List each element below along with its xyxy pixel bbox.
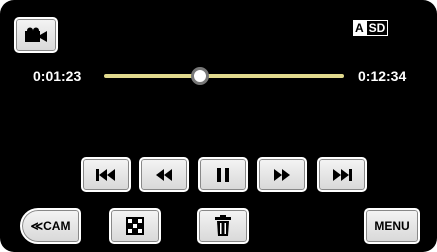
skip-back-button[interactable]: [81, 157, 131, 192]
media-type-label: SD: [365, 20, 389, 36]
seek-bar[interactable]: [104, 74, 344, 78]
delete-button[interactable]: [197, 208, 249, 244]
index-grid-icon: [126, 217, 144, 235]
skip-next-button[interactable]: [317, 157, 367, 192]
video-mode-button[interactable]: [14, 17, 58, 53]
cam-button-label: ≪CAM: [30, 219, 71, 233]
fast-forward-button[interactable]: [257, 157, 307, 192]
skip-to-start-icon: [96, 168, 115, 181]
trash-icon: [215, 215, 231, 236]
rewind-icon: [156, 168, 172, 181]
pause-icon: [217, 167, 229, 182]
back-to-camera-button[interactable]: ≪CAM: [20, 208, 81, 244]
index-button[interactable]: [109, 208, 161, 244]
playback-screen: A SD 0:01:23 0:12:34 ≪CAM MENU: [0, 0, 437, 252]
menu-button[interactable]: MENU: [364, 208, 420, 244]
media-slot-label: A: [353, 20, 366, 36]
video-camera-icon: [25, 27, 47, 42]
pause-button[interactable]: [198, 157, 248, 192]
media-sd-badge: A SD: [353, 20, 389, 36]
total-time: 0:12:34: [358, 68, 407, 84]
menu-button-label: MENU: [374, 219, 410, 233]
current-time: 0:01:23: [33, 68, 82, 84]
fast-forward-icon: [274, 168, 290, 181]
skip-to-end-icon: [333, 168, 352, 181]
rewind-button[interactable]: [139, 157, 189, 192]
seek-handle[interactable]: [191, 67, 209, 85]
